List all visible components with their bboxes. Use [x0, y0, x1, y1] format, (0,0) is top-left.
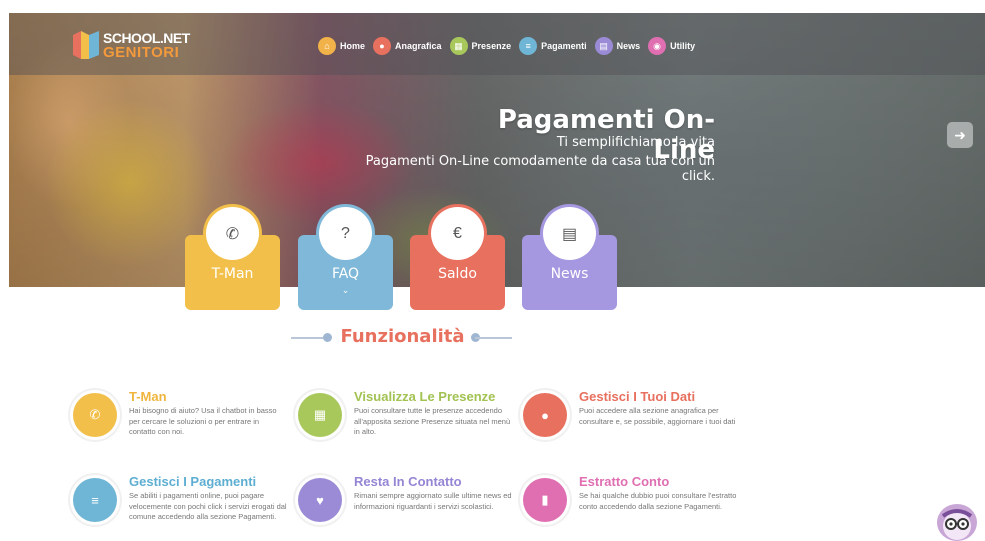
- newspaper-icon: ▤: [594, 37, 613, 55]
- feature-description: Rimani sempre aggiornato sulle ultime ne…: [354, 491, 512, 511]
- feature-title[interactable]: Gestisci I Pagamenti: [129, 474, 256, 489]
- nav-item-home[interactable]: ⌂ Home: [318, 37, 365, 55]
- section-divider-right: [475, 337, 512, 339]
- feature-title[interactable]: Gestisci I Tuoi Dati: [579, 389, 695, 404]
- feature-description: Puoi accedere alla sezione anagrafica pe…: [579, 406, 736, 426]
- nav-item-label: Home: [340, 41, 366, 51]
- nav-item-label: News: [616, 41, 641, 51]
- brand-line2: GENITORI: [103, 44, 180, 61]
- nav-item-label: Anagrafica: [395, 41, 442, 51]
- nav-item-label: Utility: [670, 41, 696, 51]
- nav-item-anagrafica[interactable]: ● Anagrafica: [373, 37, 442, 55]
- user-icon[interactable]: ●: [523, 393, 567, 437]
- feature-title[interactable]: Resta In Contatto: [354, 474, 462, 489]
- nav-item-presenze[interactable]: ▦ Presenze: [449, 37, 512, 55]
- home-icon: ⌂: [318, 37, 336, 55]
- quick-card-label: News: [550, 266, 589, 282]
- hero-description: Pagamenti On-Line comodamente da casa tu…: [365, 154, 715, 184]
- arrow-right-icon: ➜: [954, 126, 966, 143]
- question-icon: ?: [319, 207, 372, 260]
- feature-title[interactable]: Estratto Conto: [579, 474, 669, 489]
- list-icon: ≡: [519, 37, 538, 55]
- feature-title[interactable]: Visualizza Le Presenze: [354, 389, 495, 404]
- nav-item-pagamenti[interactable]: ≡ Pagamenti: [519, 37, 587, 55]
- euro-icon: €: [431, 207, 484, 260]
- document-icon[interactable]: ▮: [523, 478, 567, 522]
- feature-title[interactable]: T-Man: [129, 389, 167, 404]
- feature-description: Se abiliti i pagamenti online, puoi paga…: [129, 491, 287, 522]
- feature-description: Puoi consultare tutte le presenze accede…: [354, 406, 511, 437]
- nav-item-utility[interactable]: ◉ Utility: [648, 37, 695, 55]
- logo-mark-icon: [73, 31, 99, 59]
- hero-subtitle: Ti semplifichiamo la vita: [556, 135, 715, 150]
- feature-description: Hai bisogno di aiuto? Usa il chatbot in …: [129, 406, 277, 437]
- feature-3: ● Gestisci I Tuoi Dati Puoi accedere alla …: [523, 389, 738, 463]
- user-icon: ●: [373, 37, 392, 55]
- chatbot-avatar-icon: [941, 509, 973, 540]
- feature-1: ✆ T-Man Hai bisogno di aiuto? Usa il chatb…: [73, 389, 288, 463]
- eye-icon: ◉: [648, 37, 667, 55]
- section-dot-left: [323, 333, 332, 342]
- feature-4: ≡ Gestisci I Pagamenti Se abiliti i pagame…: [73, 474, 288, 541]
- nav-item-label: Pagamenti: [541, 41, 587, 51]
- feature-5: ♥ Resta In Contatto Rimani sempre aggiorna…: [298, 474, 513, 541]
- nav-item-label: Presenze: [471, 41, 512, 51]
- quick-card-label: Saldo: [438, 266, 477, 282]
- nav-item-news[interactable]: ▤ News: [594, 37, 641, 55]
- phone-icon: ✆: [206, 207, 259, 260]
- slider-next-button[interactable]: ➜: [947, 122, 973, 148]
- quick-card-news[interactable]: ▤ News: [522, 207, 617, 310]
- heart-icon[interactable]: ♥: [298, 478, 342, 522]
- phone-icon[interactable]: ✆: [73, 393, 117, 437]
- page: SCHOOL.NET GENITORI ⌂ Home ● Anagrafica ▦ Pre…: [0, 0, 985, 541]
- feature-6: ▮ Estratto Conto Se hai qualche dubbio puo…: [523, 474, 738, 541]
- quick-card-label: T-Man: [211, 266, 254, 282]
- calendar-icon[interactable]: ▦: [298, 393, 342, 437]
- chatbot-launcher[interactable]: [937, 504, 977, 541]
- chevron-down-icon: ⌄: [341, 285, 350, 295]
- quick-card-faq[interactable]: ? FAQ ⌄: [298, 207, 393, 310]
- newspaper-icon: ▤: [543, 207, 596, 260]
- feature-description: Se hai qualche dubbio puoi consultare l'…: [579, 491, 737, 511]
- main-nav: ⌂ Home ● Anagrafica ▦ Presenze ≡ Pagamenti ▤ News…: [318, 36, 703, 56]
- feature-2: ▦ Visualizza Le Presenze Puoi consultare t…: [298, 389, 513, 463]
- quick-card-saldo[interactable]: € Saldo: [410, 207, 505, 310]
- section-title: Funzionalità: [340, 326, 465, 347]
- brand-logo[interactable]: SCHOOL.NET GENITORI: [73, 29, 190, 63]
- quick-card-tman[interactable]: ✆ T-Man: [185, 207, 280, 310]
- list-icon[interactable]: ≡: [73, 478, 117, 522]
- quick-card-label: FAQ: [331, 266, 360, 282]
- calendar-icon: ▦: [449, 37, 468, 55]
